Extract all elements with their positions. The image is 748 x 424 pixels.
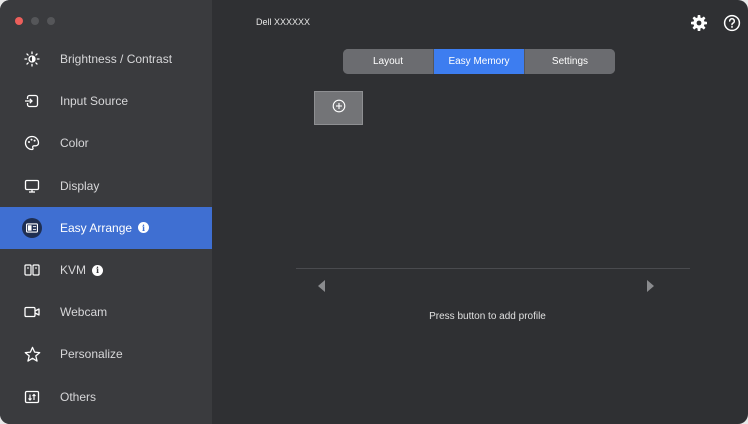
sidebar-item-webcam[interactable]: Webcam: [0, 291, 212, 333]
sidebar-item-kvm[interactable]: KVM i: [0, 249, 212, 291]
sidebar-item-label: KVM i: [60, 263, 104, 278]
info-icon[interactable]: i: [92, 264, 104, 276]
sidebar-item-label: Webcam: [60, 305, 108, 320]
info-icon[interactable]: i: [138, 222, 150, 234]
sidebar-item-color[interactable]: Color: [0, 122, 212, 164]
kvm-icon: [22, 260, 42, 280]
sidebar-item-label: Color: [60, 136, 89, 151]
color-palette-icon: [22, 133, 42, 153]
sidebar-item-label: Easy Arrange i: [60, 220, 150, 235]
add-profile-hint: Press button to add profile: [429, 311, 546, 322]
display-icon: [22, 176, 42, 196]
tab-easy-memory[interactable]: Easy Memory: [434, 49, 525, 74]
sidebar-item-label: Others: [60, 389, 97, 404]
input-source-icon: [22, 91, 42, 111]
add-circle-icon: [332, 99, 346, 118]
add-profile-button[interactable]: [314, 91, 363, 125]
help-icon[interactable]: [723, 14, 741, 32]
sidebar-item-label: Input Source: [60, 94, 129, 109]
sidebar-item-text: KVM: [60, 263, 87, 278]
others-icon: [22, 387, 42, 407]
minimize-window-button[interactable]: [31, 17, 39, 25]
tab-layout[interactable]: Layout: [343, 49, 434, 74]
brightness-icon: [22, 49, 42, 69]
sidebar-item-label: Personalize: [60, 347, 123, 362]
sidebar-item-input-source[interactable]: Input Source: [0, 80, 212, 122]
window-title: Dell XXXXXX: [256, 17, 311, 27]
tab-settings[interactable]: Settings: [525, 49, 615, 74]
gear-icon[interactable]: [690, 14, 708, 32]
easy-arrange-icon: [22, 217, 42, 238]
sidebar-item-label: Display: [60, 178, 100, 193]
sidebar-item-display[interactable]: Display: [0, 165, 212, 207]
sidebar-item-text: Easy Arrange: [60, 220, 133, 235]
app-window: Brightness / Contrast Input Source Color…: [0, 0, 748, 424]
arrow-right-icon[interactable]: [647, 280, 654, 292]
webcam-icon: [22, 302, 42, 322]
window-controls: [15, 17, 55, 25]
sidebar-item-easy-arrange[interactable]: Easy Arrange i: [0, 206, 212, 249]
sidebar-item-label: Brightness / Contrast: [60, 52, 173, 67]
sidebar-item-personalize[interactable]: Personalize: [0, 333, 212, 375]
sidebar-item-others[interactable]: Others: [0, 376, 212, 418]
maximize-window-button[interactable]: [47, 17, 55, 25]
sidebar: Brightness / Contrast Input Source Color…: [0, 0, 212, 424]
star-icon: [22, 344, 42, 364]
tab-bar: Layout Easy Memory Settings: [343, 49, 615, 74]
close-window-button[interactable]: [15, 17, 23, 25]
arrow-left-icon[interactable]: [318, 280, 325, 292]
divider: [296, 268, 690, 269]
sidebar-nav: Brightness / Contrast Input Source Color…: [0, 38, 212, 418]
sidebar-item-brightness-contrast[interactable]: Brightness / Contrast: [0, 38, 212, 80]
